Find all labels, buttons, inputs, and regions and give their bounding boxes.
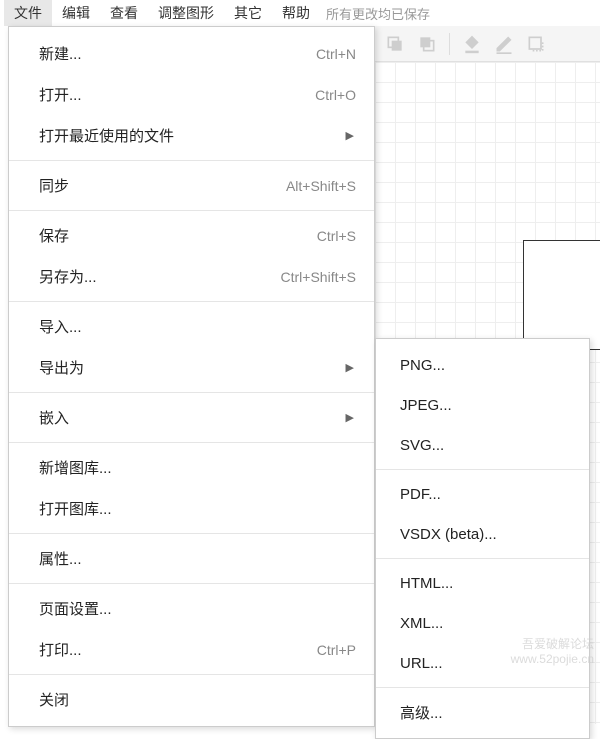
menu-item-label: 导入... — [39, 316, 356, 337]
watermark-line1: 吾爱破解论坛 — [511, 637, 594, 653]
menu-item[interactable]: 打开图库... — [9, 488, 374, 529]
to-front-icon[interactable] — [385, 34, 405, 54]
menubar-item-help[interactable]: 帮助 — [272, 0, 320, 26]
menu-item[interactable]: 同步Alt+Shift+S — [9, 165, 374, 206]
menubar-item-edit[interactable]: 编辑 — [52, 0, 100, 26]
menu-item-label: 另存为... — [39, 266, 281, 287]
menu-item[interactable]: 打开最近使用的文件 ▶ — [9, 115, 374, 156]
export-submenu: PNG... JPEG... SVG... PDF... VSDX (beta)... H… — [375, 338, 590, 739]
menu-item-shortcut: Ctrl+P — [317, 642, 356, 658]
submenu-item-label: PDF... — [400, 486, 571, 503]
menu-separator — [376, 558, 589, 559]
menu-item-shortcut: Ctrl+N — [316, 46, 356, 62]
submenu-item[interactable]: PDF... — [376, 474, 589, 514]
menu-item[interactable]: 另存为...Ctrl+Shift+S — [9, 256, 374, 297]
menu-item[interactable]: 保存Ctrl+S — [9, 215, 374, 256]
menu-item[interactable]: 新增图库... — [9, 447, 374, 488]
menu-separator — [9, 160, 374, 161]
menu-item-label: 新增图库... — [39, 457, 356, 478]
menu-separator — [9, 210, 374, 211]
toolbar — [375, 26, 600, 62]
menubar-item-file[interactable]: 文件 — [4, 0, 52, 26]
menu-item[interactable]: 关闭 — [9, 679, 374, 720]
menu-item-label: 页面设置... — [39, 598, 356, 619]
menu-item[interactable]: 导出为 ▶ — [9, 347, 374, 388]
menu-item-label: 同步 — [39, 175, 286, 196]
menu-item-label: 导出为 — [39, 357, 338, 378]
menubar-item-view[interactable]: 查看 — [100, 0, 148, 26]
submenu-arrow-icon: ▶ — [346, 411, 356, 424]
menu-separator — [9, 674, 374, 675]
submenu-item[interactable]: 高级... — [376, 692, 589, 732]
shadow-icon[interactable] — [526, 34, 546, 54]
menu-item-label: 嵌入 — [39, 407, 338, 428]
menu-separator — [376, 469, 589, 470]
menu-separator — [376, 687, 589, 688]
menu-separator — [9, 533, 374, 534]
submenu-item[interactable]: JPEG... — [376, 385, 589, 425]
menu-item[interactable]: 打开...Ctrl+O — [9, 74, 374, 115]
submenu-item-label: JPEG... — [400, 397, 571, 414]
menu-separator — [9, 392, 374, 393]
menu-item[interactable]: 打印...Ctrl+P — [9, 629, 374, 670]
menu-item[interactable]: 属性... — [9, 538, 374, 579]
menu-item-shortcut: Ctrl+O — [315, 87, 356, 103]
menu-item-label: 关闭 — [39, 689, 356, 710]
submenu-item[interactable]: VSDX (beta)... — [376, 514, 589, 554]
menu-separator — [9, 583, 374, 584]
menu-item[interactable]: 新建...Ctrl+N — [9, 33, 374, 74]
watermark: 吾爱破解论坛 www.52pojie.cn — [511, 637, 594, 668]
menu-item-label: 打开最近使用的文件 — [39, 125, 338, 146]
menu-item-label: 打开图库... — [39, 498, 356, 519]
line-color-icon[interactable] — [494, 34, 514, 54]
watermark-line2: www.52pojie.cn — [511, 652, 594, 668]
menu-item-shortcut: Alt+Shift+S — [286, 178, 356, 194]
submenu-item-label: XML... — [400, 615, 571, 632]
menu-item[interactable]: 嵌入 ▶ — [9, 397, 374, 438]
submenu-arrow-icon: ▶ — [346, 361, 356, 374]
menu-item-shortcut: Ctrl+S — [317, 228, 356, 244]
menubar-item-arrange[interactable]: 调整图形 — [148, 0, 224, 26]
submenu-item-label: VSDX (beta)... — [400, 526, 571, 543]
save-status: 所有更改均已保存 — [326, 4, 430, 23]
fill-color-icon[interactable] — [462, 34, 482, 54]
menu-item-label: 打印... — [39, 639, 317, 660]
menu-item-label: 新建... — [39, 43, 316, 64]
menu-separator — [9, 301, 374, 302]
menu-item[interactable]: 页面设置... — [9, 588, 374, 629]
submenu-item[interactable]: HTML... — [376, 563, 589, 603]
submenu-item-label: PNG... — [400, 357, 571, 374]
menu-item-shortcut: Ctrl+Shift+S — [281, 269, 356, 285]
rectangle-shape[interactable] — [523, 240, 600, 350]
menu-separator — [9, 442, 374, 443]
menubar-item-extras[interactable]: 其它 — [224, 0, 272, 26]
menu-item-label: 保存 — [39, 225, 317, 246]
file-menu-dropdown: 新建...Ctrl+N打开...Ctrl+O打开最近使用的文件▶同步Alt+Sh… — [8, 26, 375, 727]
submenu-item-label: SVG... — [400, 437, 571, 454]
submenu-item[interactable]: SVG... — [376, 425, 589, 465]
submenu-item-label: HTML... — [400, 575, 571, 592]
menu-item-label: 打开... — [39, 84, 315, 105]
menu-item-label: 属性... — [39, 548, 356, 569]
submenu-arrow-icon: ▶ — [346, 129, 356, 142]
submenu-item-label: 高级... — [400, 702, 571, 723]
submenu-item[interactable]: PNG... — [376, 345, 589, 385]
to-back-icon[interactable] — [417, 34, 437, 54]
toolbar-separator — [449, 33, 450, 55]
menubar: 文件 编辑 查看 调整图形 其它 帮助 所有更改均已保存 — [0, 0, 600, 26]
menu-item[interactable]: 导入... — [9, 306, 374, 347]
